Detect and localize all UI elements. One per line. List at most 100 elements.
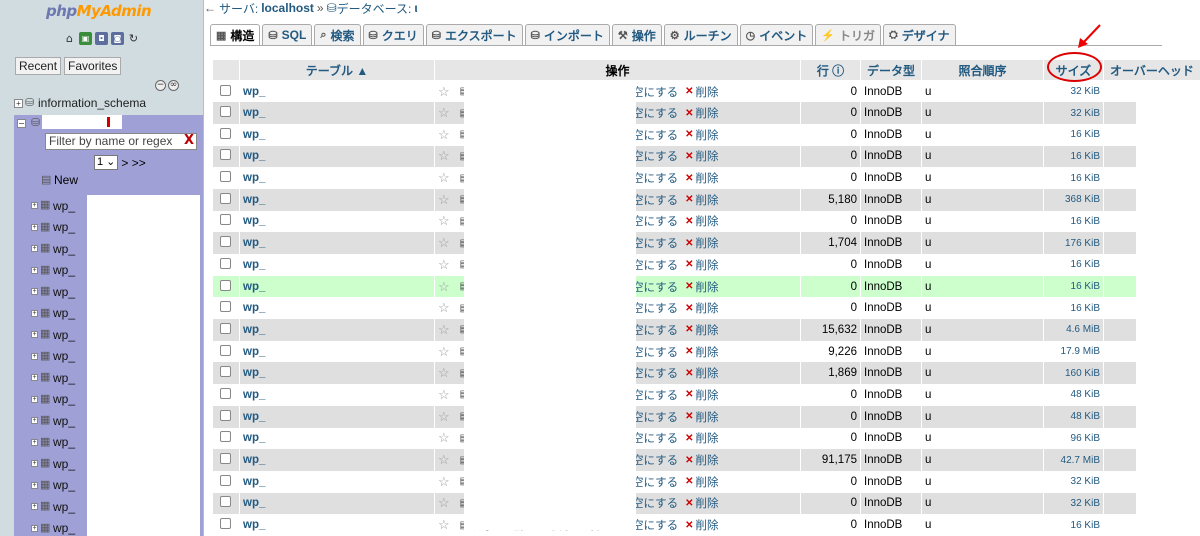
drop-action[interactable]: ✕ 削除 (685, 213, 718, 229)
query-window-icon[interactable]: ◘ (95, 32, 108, 45)
drop-action[interactable]: ✕ 削除 (685, 430, 718, 446)
sidebar-table-item[interactable]: + ▦ wp_ (31, 324, 75, 346)
favorite-star-icon[interactable]: ☆ (438, 344, 450, 360)
table-name-link[interactable]: wp_ (243, 324, 265, 336)
table-row[interactable]: wp_☆▤表示▦構造⌕検索⇥挿入▥空にする✕削除0InnoDBu16 KiB- (212, 514, 1200, 536)
row-checkbox[interactable] (220, 453, 232, 465)
table-row[interactable]: wp_☆▤表示▦構造⌕検索⇥挿入▥空にする✕削除0InnoDBu32 KiB- (212, 102, 1200, 124)
favorite-star-icon[interactable]: ☆ (438, 148, 450, 164)
table-name-link[interactable]: wp_ (243, 194, 265, 206)
expand-icon[interactable]: + (31, 417, 38, 425)
tab-operations[interactable]: ⚒ 操作 (611, 24, 662, 45)
drop-action[interactable]: ✕ 削除 (685, 474, 718, 490)
size-link[interactable]: 16 KiB (1043, 275, 1104, 298)
sidebar-table-item[interactable]: + ▦ wp_ (31, 453, 75, 475)
drop-action[interactable]: ✕ 削除 (685, 300, 718, 316)
sidebar-table-item[interactable]: + ▦ wp_ (31, 518, 75, 536)
size-link[interactable]: 32 KiB (1043, 102, 1104, 124)
size-link[interactable]: 16 KiB (1043, 210, 1104, 233)
row-checkbox[interactable] (220, 279, 232, 291)
expand-icon[interactable]: + (31, 331, 38, 339)
row-checkbox[interactable] (220, 171, 232, 183)
table-name-link[interactable]: wp_ (243, 302, 265, 314)
favorite-star-icon[interactable]: ☆ (438, 279, 450, 295)
tab-structure[interactable]: ▦ 構造 (210, 24, 261, 45)
table-row[interactable]: wp_☆▤表示▦構造⌕検索⇥挿入▥空にする✕削除0InnoDBu16 KiB- (212, 297, 1200, 320)
tab-designer[interactable]: ⛭ デザイナ (882, 24, 956, 45)
back-arrow-icon[interactable]: ← (204, 1, 216, 15)
table-filter-input[interactable]: Filter by name or regex (45, 133, 197, 150)
size-link[interactable]: 32 KiB (1043, 80, 1104, 103)
table-row[interactable]: wp_☆▤表示▦構造⌕検索⇥挿入▥空にする✕削除9,226InnoDBu17.9… (212, 340, 1200, 363)
table-name-link[interactable]: wp_ (243, 237, 265, 249)
row-checkbox[interactable] (220, 192, 232, 204)
table-name-link[interactable]: wp_ (243, 367, 265, 379)
table-row[interactable]: wp_☆▤表示▦構造⌕検索⇥挿入▥空にする✕削除0InnoDBu16 KiB- (212, 254, 1200, 276)
expand-icon[interactable]: + (31, 352, 38, 360)
row-checkbox[interactable] (220, 84, 232, 96)
size-link[interactable]: 16 KiB (1043, 167, 1104, 189)
drop-action[interactable]: ✕ 削除 (685, 517, 718, 533)
expand-icon[interactable]: + (31, 309, 38, 317)
drop-action[interactable]: ✕ 削除 (685, 148, 718, 164)
tab-export[interactable]: ⛁ エクスポート (425, 24, 523, 45)
tab-import[interactable]: ⛁ インポート (524, 24, 610, 45)
drop-action[interactable]: ✕ 削除 (685, 344, 718, 360)
row-checkbox[interactable] (220, 387, 232, 399)
drop-action[interactable]: ✕ 削除 (685, 257, 718, 273)
row-checkbox[interactable] (220, 344, 232, 356)
table-name-link[interactable]: wp_ (243, 346, 265, 358)
table-name-header[interactable]: テーブル ▲ (239, 59, 435, 81)
sidebar-table-item[interactable]: + ▦ wp_ (31, 410, 75, 432)
favorite-star-icon[interactable]: ☆ (438, 430, 450, 446)
sidebar-table-item[interactable]: + ▦ wp_ (31, 475, 75, 497)
drop-action[interactable]: ✕ 削除 (685, 84, 718, 100)
table-row[interactable]: wp_☆▤表示▦構造⌕検索⇥挿入▥空にする✕削除0InnoDBu16 KiB- (212, 145, 1200, 168)
row-checkbox[interactable] (220, 431, 232, 443)
expand-icon[interactable]: + (31, 524, 38, 532)
table-row[interactable]: wp_☆▤表示▦構造⌕検索⇥挿入▥空にする✕削除0InnoDBu32 KiB- (212, 470, 1200, 493)
drop-action[interactable]: ✕ 削除 (685, 452, 718, 468)
size-link[interactable]: 176 KiB (1043, 232, 1104, 254)
size-link[interactable]: 4.6 MiB (1043, 319, 1104, 341)
table-row[interactable]: wp_☆▤表示▦構造⌕検索⇥挿入▥空にする✕削除15,632InnoDBu4.6… (212, 319, 1200, 341)
page-select[interactable]: 1 ⌄ (94, 155, 119, 170)
row-checkbox[interactable] (220, 474, 232, 486)
table-name-link[interactable]: wp_ (243, 454, 265, 466)
expand-icon[interactable]: + (31, 460, 38, 468)
favorite-star-icon[interactable]: ☆ (438, 409, 450, 425)
size-link[interactable]: 42.7 MiB (1043, 449, 1104, 471)
link-icon[interactable]: ∞ (168, 80, 179, 91)
table-name-link[interactable]: wp_ (243, 411, 265, 423)
drop-action[interactable]: ✕ 削除 (685, 495, 718, 511)
sidebar-table-item[interactable]: + ▦ wp_ (31, 195, 75, 217)
sidebar-table-item[interactable]: + ▦ wp_ (31, 303, 75, 325)
expand-icon[interactable]: + (31, 245, 38, 253)
row-checkbox[interactable] (220, 149, 232, 161)
row-checkbox[interactable] (220, 409, 232, 421)
table-row[interactable]: wp_☆▤表示▦構造⌕検索⇥挿入▥空にする✕削除0InnoDBu16 KiB- (212, 210, 1200, 233)
sidebar-table-item[interactable]: + ▦ wp_ (31, 496, 75, 518)
size-link[interactable]: 32 KiB (1043, 492, 1104, 515)
collapse-all-icon[interactable]: − (155, 80, 166, 91)
row-checkbox[interactable] (220, 127, 232, 139)
row-checkbox[interactable] (220, 518, 232, 530)
sidebar-table-item[interactable]: + ▦ wp_ (31, 238, 75, 260)
row-checkbox[interactable] (220, 496, 232, 508)
table-name-link[interactable]: wp_ (243, 476, 265, 488)
current-database-node[interactable]: − ⛁ (14, 115, 203, 131)
row-checkbox[interactable] (220, 214, 232, 226)
table-row[interactable]: wp_☆▤表示▦構造⌕検索⇥挿入▥空にする✕削除0InnoDBu32 KiB- (212, 492, 1200, 515)
table-name-link[interactable]: wp_ (243, 519, 265, 531)
tab-routines[interactable]: ⚙ ルーチン (663, 24, 738, 45)
table-row[interactable]: wp_☆▤表示▦構造⌕検索⇥挿入▥空にする✕削除0InnoDBu16 KiB- (212, 167, 1200, 189)
row-checkbox[interactable] (220, 106, 232, 118)
drop-action[interactable]: ✕ 削除 (685, 387, 718, 403)
row-checkbox[interactable] (220, 322, 232, 334)
row-checkbox[interactable] (220, 236, 232, 248)
table-row[interactable]: wp_☆▤表示▦構造⌕検索⇥挿入▥空にする✕削除0InnoDBu32 KiB- (212, 80, 1200, 103)
expand-icon[interactable]: + (31, 288, 38, 296)
size-link[interactable]: 16 KiB (1043, 297, 1104, 320)
size-link[interactable]: 48 KiB (1043, 384, 1104, 406)
table-row[interactable]: wp_☆▤表示▦構造⌕検索⇥挿入▥空にする✕削除0InnoDBu48 KiB- (212, 405, 1200, 428)
